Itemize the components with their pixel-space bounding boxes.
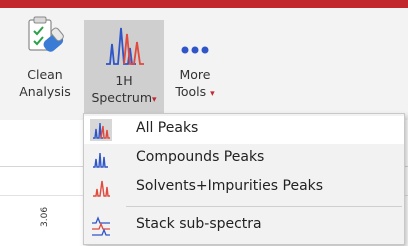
all-peaks-icon bbox=[90, 119, 112, 141]
clean-label-line1: Clean bbox=[27, 67, 63, 82]
spectrum-dropdown-menu: All Peaks Compounds Peaks Solvents+Impur… bbox=[83, 113, 405, 245]
menu-item-stack-sub-spectra[interactable]: Stack sub-spectra bbox=[84, 212, 404, 240]
clean-analysis-icon bbox=[12, 14, 78, 66]
stack-sub-spectra-icon bbox=[90, 215, 112, 237]
clean-label-line2: Analysis bbox=[19, 84, 71, 99]
menu-item-label: Stack sub-spectra bbox=[136, 216, 262, 232]
1h-spectrum-button[interactable]: 1H Spectrum▾ bbox=[84, 20, 164, 120]
ribbon: Clean Analysis 1H Spectrum▾ More Tools ▾ bbox=[0, 8, 408, 120]
menu-item-compounds-peaks[interactable]: Compounds Peaks bbox=[84, 145, 404, 173]
clean-analysis-button[interactable]: Clean Analysis bbox=[12, 14, 78, 100]
spectrum-peaks-icon bbox=[84, 20, 164, 72]
menu-separator bbox=[126, 206, 402, 207]
menu-item-all-peaks[interactable]: All Peaks bbox=[84, 116, 404, 144]
more-label-line1: More bbox=[179, 67, 211, 82]
solvents-impurities-peaks-icon bbox=[90, 177, 112, 199]
more-tools-button[interactable]: More Tools ▾ bbox=[167, 14, 223, 103]
ellipsis-icon bbox=[167, 14, 223, 66]
spectrum-label-line2: Spectrum▾ bbox=[91, 90, 157, 105]
compounds-peaks-icon bbox=[90, 148, 112, 170]
menu-item-label: All Peaks bbox=[136, 120, 199, 136]
more-label-line2: Tools ▾ bbox=[175, 84, 215, 99]
menu-item-label: Compounds Peaks bbox=[136, 149, 265, 165]
axis-tick-label: 3.06 bbox=[40, 206, 50, 227]
spectrum-label-line1: 1H bbox=[115, 73, 133, 88]
app-top-bar bbox=[0, 0, 408, 8]
menu-item-label: Solvents+Impurities Peaks bbox=[136, 178, 324, 194]
chevron-down-icon: ▾ bbox=[152, 95, 157, 105]
chevron-down-icon: ▾ bbox=[210, 89, 215, 99]
menu-item-solvents-impurities-peaks[interactable]: Solvents+Impurities Peaks bbox=[84, 174, 404, 202]
